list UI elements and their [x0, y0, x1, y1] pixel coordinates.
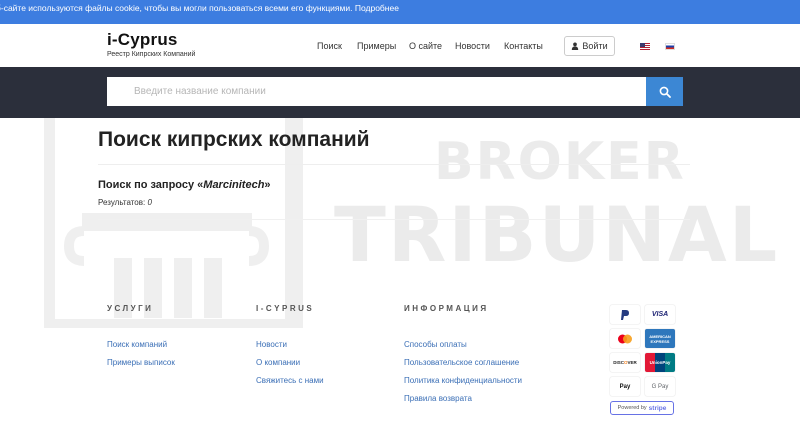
ru-flag-icon[interactable] — [665, 43, 675, 50]
footer-heading: I-CYPRUS — [256, 304, 315, 313]
footer-column-services: УСЛУГИ Поиск компаний Примеры выписок — [107, 304, 175, 372]
query-term: Marcinitech — [203, 179, 265, 191]
login-button[interactable]: Войти — [564, 36, 615, 56]
page-title: Поиск кипрских компаний — [98, 128, 370, 151]
apple-pay-icon: Pay — [610, 377, 640, 396]
watermark-line1: BROKER — [434, 132, 686, 192]
results-value: 0 — [147, 198, 152, 207]
nav-item-about[interactable]: О сайте — [409, 41, 442, 51]
query-suffix: » — [264, 179, 271, 191]
site-logo[interactable]: i-Cyprus Реестр Кипрских Компаний — [107, 30, 195, 58]
footer-column-icyprus: I-CYPRUS Новости О компании Свяжитесь с … — [256, 304, 324, 390]
footer-heading: УСЛУГИ — [107, 304, 154, 313]
footer-link[interactable]: Новости — [256, 336, 324, 354]
unionpay-icon: UnionPay — [645, 353, 675, 372]
footer-heading: ИНФОРМАЦИЯ — [404, 304, 489, 313]
payment-methods: VISA AMERICAN EXPRESS DISC O VER UnionPay P… — [610, 305, 675, 415]
mastercard-icon — [610, 329, 640, 348]
footer: УСЛУГИ Поиск компаний Примеры выписок I-… — [0, 290, 800, 422]
cookie-banner: б-сайте используются файлы cookie, чтобы… — [0, 0, 800, 24]
user-icon — [572, 42, 579, 50]
nav-item-search[interactable]: Поиск — [317, 41, 342, 51]
divider — [98, 219, 690, 220]
results-count: Результатов: 0 — [98, 198, 152, 207]
search-button[interactable] — [646, 77, 683, 106]
footer-link[interactable]: О компании — [256, 354, 324, 372]
footer-link[interactable]: Способы оплаты — [404, 336, 522, 354]
nav-item-news[interactable]: Новости — [455, 41, 490, 51]
company-search-input[interactable] — [107, 77, 646, 106]
footer-link[interactable]: Пользовательское соглашение — [404, 354, 522, 372]
discover-icon: DISC O VER — [610, 353, 640, 372]
footer-link[interactable]: Поиск компаний — [107, 336, 175, 354]
us-flag-icon[interactable] — [640, 43, 650, 50]
paypal-icon — [610, 305, 640, 324]
divider — [98, 164, 690, 165]
site-title[interactable]: i-Cyprus — [107, 30, 195, 50]
cookie-banner-text[interactable]: б-сайте используются файлы cookie, чтобы… — [0, 0, 399, 17]
stripe-prefix: Powered by — [617, 405, 647, 411]
search-band — [0, 67, 800, 118]
site-subtitle: Реестр Кипрских Компаний — [107, 51, 196, 58]
watermark-line2: TRIBUNAL — [334, 190, 780, 279]
footer-link[interactable]: Правила возврата — [404, 390, 522, 408]
top-navbar: i-Cyprus Реестр Кипрских Компаний Поиск … — [0, 24, 800, 67]
login-label: Войти — [582, 41, 608, 51]
amex-icon: AMERICAN EXPRESS — [645, 329, 675, 348]
footer-column-info: ИНФОРМАЦИЯ Способы оплаты Пользовательск… — [404, 304, 522, 408]
powered-by-stripe-badge[interactable]: Powered by stripe — [610, 401, 674, 415]
nav-item-examples[interactable]: Примеры — [357, 41, 396, 51]
results-label: Результатов: — [98, 198, 146, 207]
query-prefix: Поиск по запросу « — [98, 179, 204, 191]
search-icon — [659, 86, 671, 98]
footer-link[interactable]: Политика конфиденциальности — [404, 372, 522, 390]
stripe-name: stripe — [648, 404, 667, 412]
google-pay-icon: G Pay — [645, 377, 675, 396]
visa-icon: VISA — [645, 305, 675, 324]
nav-item-contacts[interactable]: Контакты — [504, 41, 543, 51]
footer-link[interactable]: Примеры выписок — [107, 354, 175, 372]
footer-link[interactable]: Свяжитесь с нами — [256, 372, 324, 390]
search-query-heading: Поиск по запросу «Marcinitech» — [98, 179, 271, 191]
